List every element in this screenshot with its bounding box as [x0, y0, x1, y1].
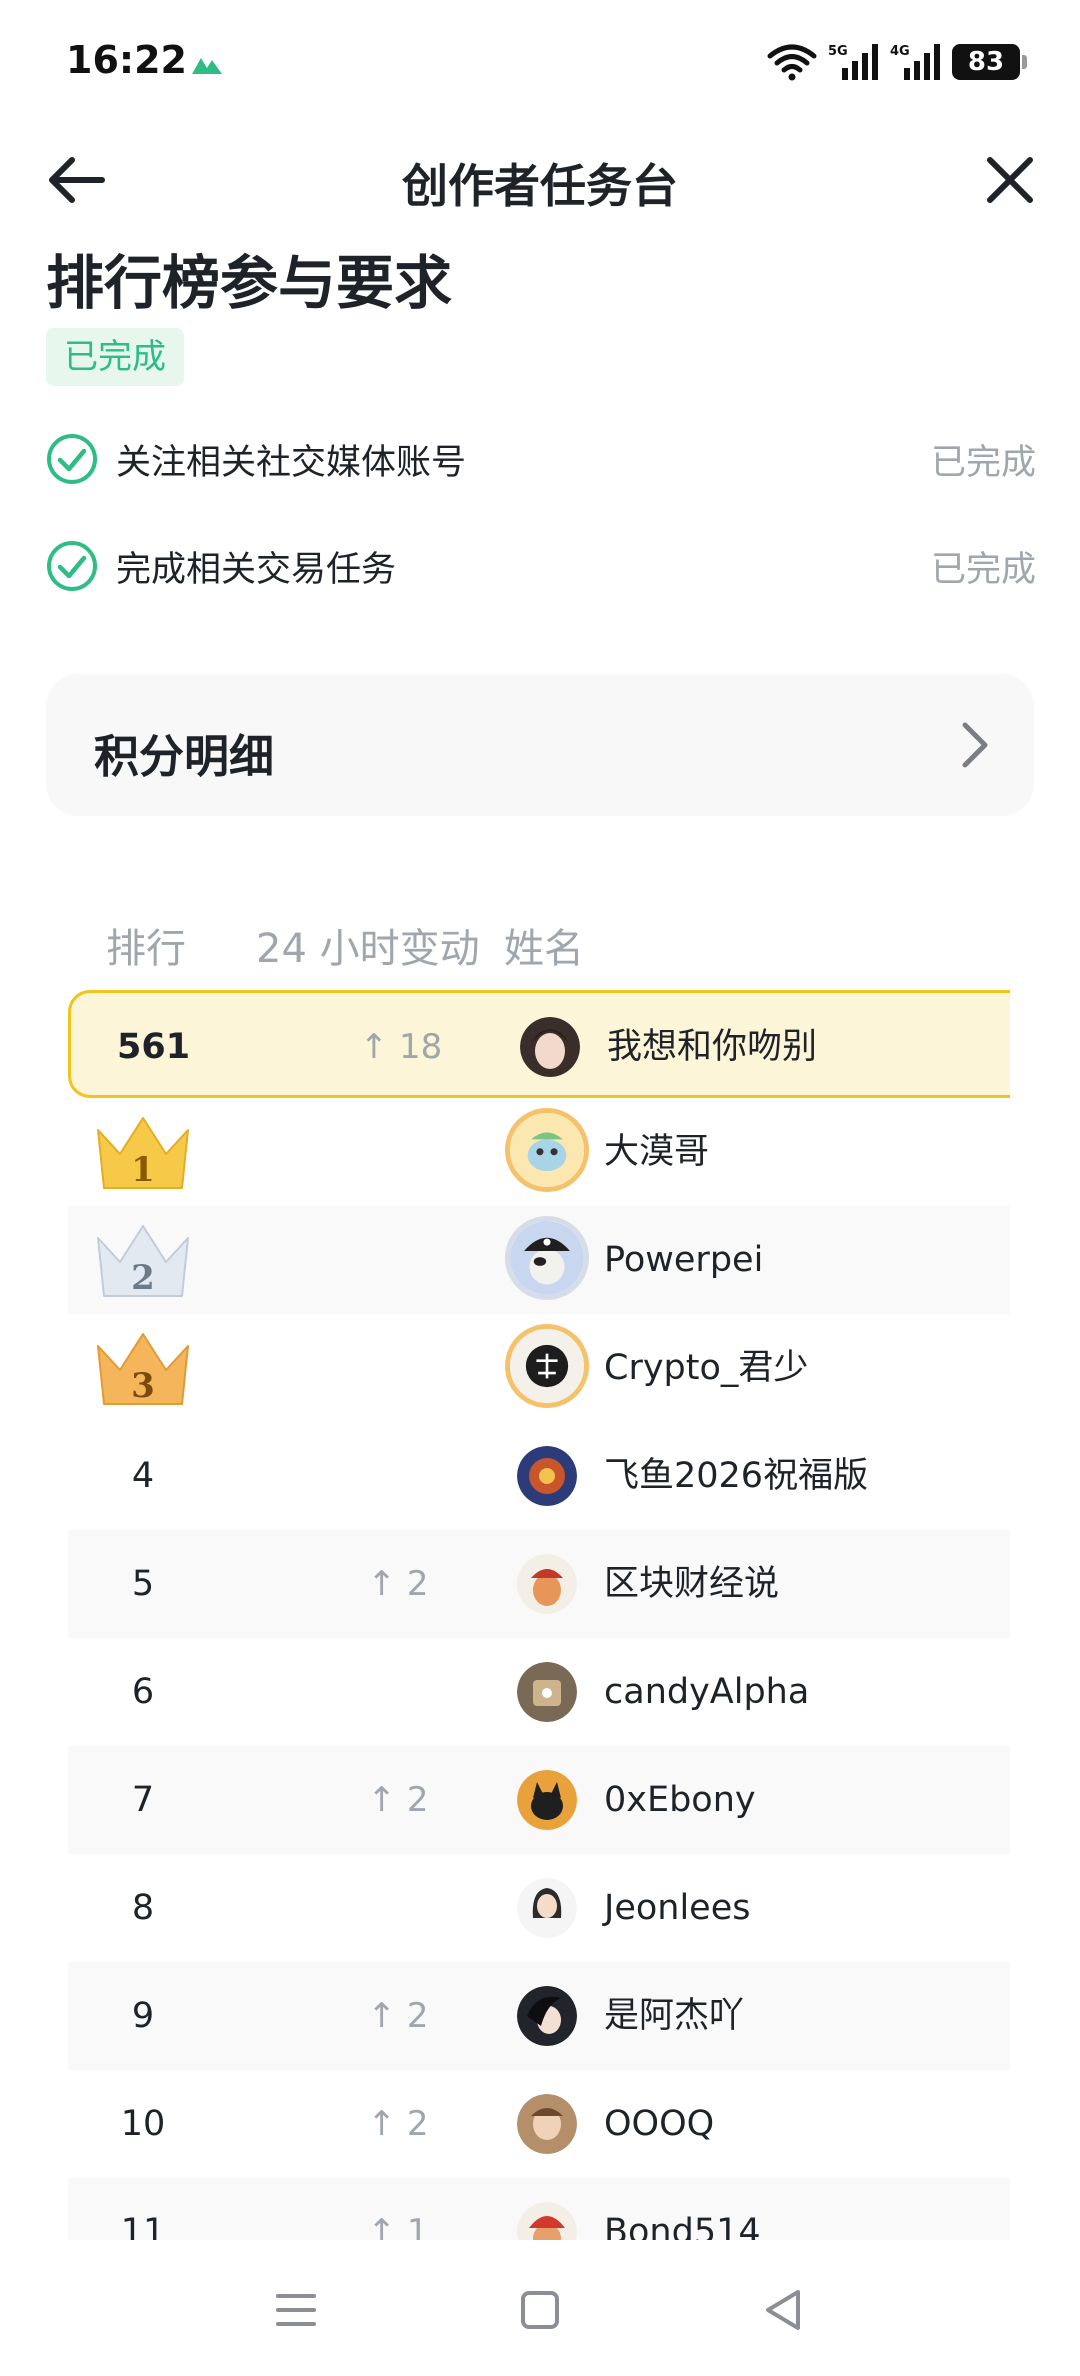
- table-row[interactable]: 3 Crypto_君少: [68, 1314, 1010, 1422]
- avatar: [505, 1324, 589, 1408]
- avatar: [517, 2202, 577, 2240]
- user-name: 我想和你吻别: [607, 1027, 818, 1067]
- rank-number: 6: [131, 1672, 155, 1712]
- requirements-title: 排行榜参与要求: [46, 249, 453, 317]
- table-row[interactable]: 2 Powerpei: [68, 1206, 1010, 1314]
- wifi-icon: [767, 44, 817, 81]
- column-header-name: 姓名: [504, 926, 584, 972]
- header: 创作者任务台: [0, 130, 1080, 230]
- rank-number: 7: [131, 1780, 155, 1820]
- rank-number: 10: [120, 2104, 166, 2144]
- check-circle-icon: [47, 434, 97, 484]
- rank-number: 11: [120, 2212, 166, 2240]
- check-circle-icon: [47, 541, 97, 591]
- rank-number: 5: [131, 1564, 155, 1604]
- user-name: 大漠哥: [604, 1132, 710, 1172]
- user-name: Crypto_君少: [604, 1348, 809, 1388]
- column-header-rank: 排行: [106, 926, 186, 972]
- points-detail-label: 积分明细: [94, 730, 275, 783]
- signal-5g-icon: 5G: [828, 44, 878, 80]
- user-name: 区块财经说: [604, 1564, 780, 1604]
- table-row[interactable]: 7 ↑ 2 0xEbony: [68, 1746, 1010, 1854]
- user-name: Bond514: [604, 2212, 761, 2240]
- battery-indicator: 83: [952, 44, 1027, 80]
- table-row[interactable]: 10 ↑ 2 OOOQ: [68, 2070, 1010, 2178]
- table-row[interactable]: 5 ↑ 2 区块财经说: [68, 1530, 1010, 1638]
- table-row[interactable]: 9 ↑ 2 是阿杰吖: [68, 1962, 1010, 2070]
- back-triangle-icon[interactable]: [754, 2280, 814, 2340]
- avatar: [520, 1017, 580, 1077]
- avatar: [517, 1986, 577, 2046]
- rank-change: [328, 1314, 468, 1422]
- rank-change: ↑ 2: [367, 1780, 429, 1820]
- avatar: [517, 1446, 577, 1506]
- svg-text:2: 2: [131, 1258, 155, 1298]
- chevron-right-icon: [962, 722, 988, 768]
- leaderboard-table: 561 ↑ 18 我想和你吻别 1 大漠哥 2 Powerpei 3 Crypt…: [68, 990, 1010, 2240]
- status-bar: 16:22 5G 4G 83: [0, 0, 1080, 120]
- avatar: [517, 1662, 577, 1722]
- home-icon[interactable]: [510, 2280, 570, 2340]
- svg-text:1: 1: [131, 1150, 155, 1190]
- requirement-item: 关注相关社交媒体账号 已完成: [46, 424, 1036, 494]
- status-badge: 已完成: [46, 328, 184, 386]
- status-time: 16:22: [66, 38, 187, 82]
- gold-crown-icon: 1: [97, 1117, 189, 1190]
- svg-text:5G: 5G: [828, 44, 848, 59]
- user-name: 飞鱼2026祝福版: [604, 1456, 869, 1496]
- svg-text:4G: 4G: [890, 44, 910, 59]
- rank-change: ↑ 2: [367, 1564, 429, 1604]
- avatar: [505, 1216, 589, 1300]
- rank-number: 9: [131, 1996, 155, 2036]
- rank-change: [328, 1422, 468, 1530]
- rank-change: [328, 1206, 468, 1314]
- table-row[interactable]: 6 candyAlpha: [68, 1638, 1010, 1746]
- rank-number: 561: [117, 1027, 191, 1067]
- rank-change: ↑ 1: [367, 2212, 429, 2240]
- user-name: OOOQ: [604, 2104, 715, 2144]
- rank-number: 8: [131, 1888, 155, 1928]
- requirement-label: 完成相关交易任务: [116, 549, 397, 590]
- signal-4g-icon: 4G: [890, 44, 940, 80]
- table-row[interactable]: 1 大漠哥: [68, 1098, 1010, 1206]
- avatar: [517, 1878, 577, 1938]
- avatar: [517, 2094, 577, 2154]
- system-nav-bar: [0, 2240, 1080, 2376]
- column-header-change: 24 小时变动: [256, 926, 480, 972]
- avatar: [505, 1108, 589, 1192]
- rank-change: ↑ 18: [359, 1027, 443, 1067]
- menu-icon[interactable]: [266, 2280, 326, 2340]
- avatar: [517, 1554, 577, 1614]
- bronze-crown-icon: 3: [97, 1333, 189, 1406]
- requirement-status: 已完成: [930, 549, 1036, 590]
- points-detail-card[interactable]: 积分明细: [46, 674, 1034, 816]
- rank-change: ↑ 2: [367, 2104, 429, 2144]
- table-row[interactable]: 11 ↑ 1 Bond514: [68, 2178, 1010, 2240]
- close-icon[interactable]: [980, 150, 1040, 210]
- user-name: candyAlpha: [604, 1672, 810, 1712]
- user-name: Powerpei: [604, 1240, 764, 1280]
- page-title: 创作者任务台: [402, 159, 678, 213]
- requirement-label: 关注相关社交媒体账号: [116, 442, 467, 483]
- silver-crown-icon: 2: [97, 1225, 189, 1298]
- table-row[interactable]: 8 Jeonlees: [68, 1854, 1010, 1962]
- requirement-item: 完成相关交易任务 已完成: [46, 531, 1036, 601]
- my-rank-row[interactable]: 561 ↑ 18 我想和你吻别: [68, 990, 1010, 1098]
- status-icons: 5G 4G 83: [766, 40, 1027, 84]
- rank-number: 4: [131, 1456, 155, 1496]
- table-row[interactable]: 4 飞鱼2026祝福版: [68, 1422, 1010, 1530]
- rank-change: [328, 1854, 468, 1962]
- requirement-status: 已完成: [930, 442, 1036, 483]
- app-notification-icon: [192, 58, 222, 74]
- rank-change: ↑ 2: [367, 1996, 429, 2036]
- user-name: Jeonlees: [604, 1888, 751, 1928]
- user-name: 是阿杰吖: [604, 1996, 745, 2036]
- svg-text:3: 3: [131, 1366, 155, 1406]
- user-name: 0xEbony: [604, 1780, 756, 1820]
- rank-change: [328, 1638, 468, 1746]
- rank-change: [328, 1098, 468, 1206]
- avatar: [517, 1770, 577, 1830]
